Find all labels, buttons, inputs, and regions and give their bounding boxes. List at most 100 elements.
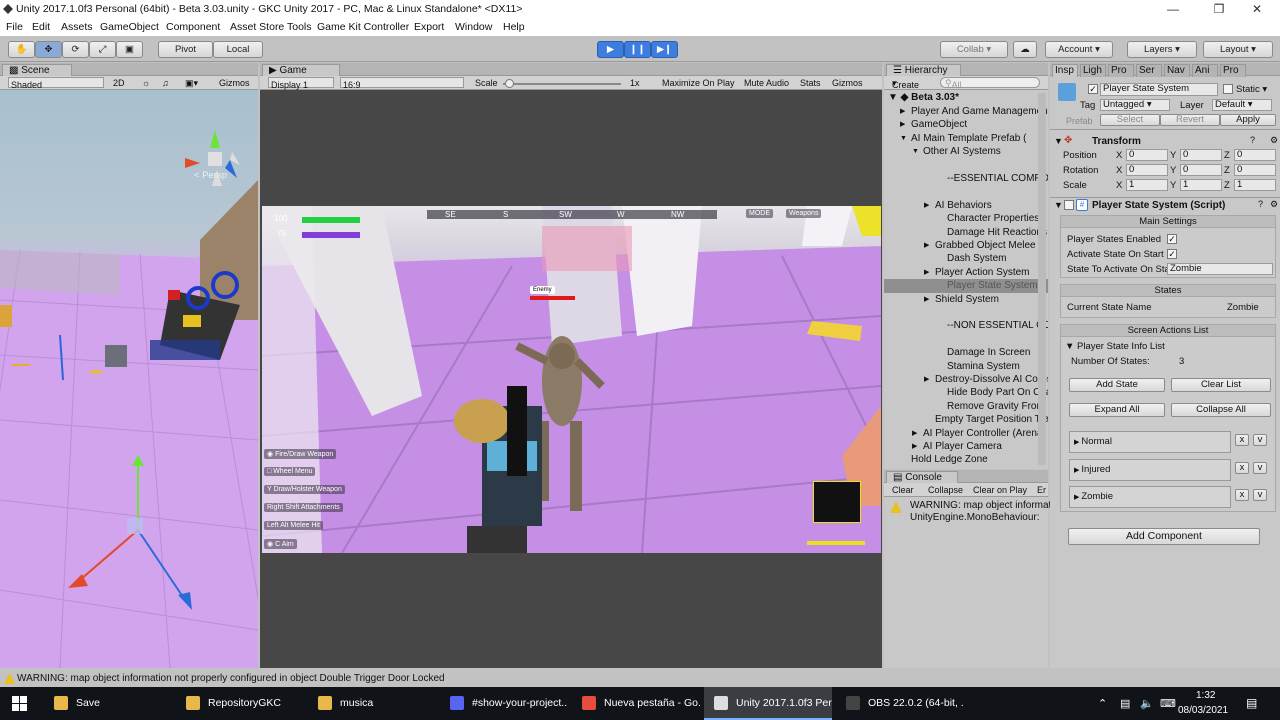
tray-chevron-icon[interactable]: ⌃ (1098, 697, 1107, 710)
taskbar-item[interactable]: OBS 22.0.2 (64-bit, ... (836, 687, 964, 720)
static-checkbox[interactable] (1223, 84, 1233, 94)
local-button[interactable]: Local (213, 41, 263, 58)
script-help-icon[interactable]: ? (1258, 199, 1263, 209)
transform-position-x-field[interactable]: 0 (1126, 149, 1168, 161)
menu-file[interactable]: File (6, 21, 23, 33)
language-icon[interactable]: ⌨ (1160, 697, 1176, 710)
play-button[interactable]: ▶ (597, 41, 624, 58)
hierarchy-row[interactable]: Damage Hit Reactions (884, 226, 1048, 239)
hierarchy-row[interactable]: ▶ Player And Game Management (884, 105, 1048, 118)
scale-tool-icon[interactable]: ⤢ (89, 41, 116, 58)
transform-position-y-field[interactable]: 0 (1180, 149, 1222, 161)
add-state-button[interactable]: Add State (1069, 378, 1165, 392)
taskbar-item[interactable]: Nueva pestaña - Go... (572, 687, 700, 720)
aspect-dropdown[interactable]: 16:9 (340, 77, 464, 90)
console-message-line2[interactable]: UnityEngine.MonoBehaviour: (910, 512, 1040, 523)
hierarchy-row[interactable]: ▶ AI Player Camera (884, 440, 1048, 453)
effects-icon[interactable]: ▣▾ (185, 78, 198, 89)
hierarchy-row[interactable]: ▶ AI Player Controller (Arena) (884, 427, 1048, 440)
layer-dropdown[interactable]: Default ▾ (1212, 99, 1272, 111)
menu-help[interactable]: Help (503, 21, 525, 33)
menu-edit[interactable]: Edit (32, 21, 50, 33)
move-state-down-button[interactable]: v (1253, 489, 1267, 501)
pause-button[interactable]: ❙❙ (624, 41, 651, 58)
hierarchy-row[interactable]: Stamina System (884, 360, 1048, 373)
hierarchy-row[interactable]: Hold Ledge Zone (884, 453, 1048, 466)
minimize-icon[interactable]: — (1150, 0, 1196, 19)
hierarchy-foldout-icon[interactable]: ▶ (924, 293, 929, 306)
taskbar-item[interactable]: Save (44, 687, 172, 720)
hierarchy-foldout-icon[interactable]: ▼ (900, 132, 907, 145)
hierarchy-scrollbar[interactable] (1038, 93, 1046, 465)
script-enabled-checkbox[interactable] (1064, 200, 1074, 210)
script-settings-icon[interactable]: ⚙ (1270, 199, 1278, 210)
hierarchy-foldout-icon[interactable]: ▶ (900, 118, 905, 131)
scale-slider-thumb[interactable] (505, 79, 514, 88)
expand-all-button[interactable]: Expand All (1069, 403, 1165, 417)
console-clear-on-play-button[interactable]: Clear on Play (973, 485, 1027, 495)
prefab-select-button[interactable]: Select (1100, 114, 1160, 126)
persp-label[interactable]: < Persp (194, 170, 227, 181)
transform-rotation-y-field[interactable]: 0 (1180, 164, 1222, 176)
state-entry[interactable]: ▶ Zombie (1069, 486, 1231, 508)
hierarchy-foldout-icon[interactable]: ▶ (924, 239, 929, 252)
rotate-tool-icon[interactable]: ⟳ (62, 41, 89, 58)
console-message-line1[interactable]: WARNING: map object information (910, 500, 1065, 511)
menu-assets[interactable]: Assets (61, 21, 93, 33)
lighting-icon[interactable]: ☼ (142, 78, 150, 88)
hierarchy-foldout-icon[interactable]: ▶ (900, 105, 905, 118)
hierarchy-row[interactable] (884, 159, 1048, 172)
console-error-pause-button[interactable]: Er (1037, 485, 1046, 495)
clock-date[interactable]: 08/03/2021 (1178, 705, 1228, 716)
script-foldout-icon[interactable]: ▼ (1054, 200, 1063, 210)
transform-foldout-icon[interactable]: ▼ (1054, 136, 1063, 146)
menu-game-kit-controller[interactable]: Game Kit Controller (317, 21, 409, 33)
remove-state-button[interactable]: x (1235, 489, 1249, 501)
tab-project[interactable]: Pro (1108, 64, 1134, 77)
hierarchy-foldout-icon[interactable]: ▶ (924, 266, 929, 279)
taskbar-item[interactable]: Unity 2017.1.0f3 Per... (704, 687, 832, 720)
state-entry[interactable]: ▶ Injured (1069, 458, 1231, 481)
transform-scale-z-field[interactable]: 1 (1234, 179, 1276, 191)
prefab-apply-button[interactable]: Apply (1220, 114, 1276, 126)
hierarchy-row[interactable]: Character Properties (884, 212, 1048, 225)
transform-position-z-field[interactable]: 0 (1234, 149, 1276, 161)
player-state-info-list-foldout[interactable]: ▼ Player State Info List (1065, 341, 1165, 352)
hierarchy-row[interactable]: ▶ AI Behaviors (884, 199, 1048, 212)
transform-rotation-x-field[interactable]: 0 (1126, 164, 1168, 176)
remove-state-button[interactable]: x (1235, 434, 1249, 446)
hierarchy-row[interactable]: Hide Body Part On Character (884, 386, 1048, 399)
hierarchy-row[interactable]: ▼ AI Main Template Prefab ( (884, 132, 1048, 145)
speaker-icon[interactable]: 🔈 (1140, 697, 1154, 710)
hierarchy-foldout-icon[interactable]: ▶ (912, 427, 917, 440)
hierarchy-row[interactable]: --NON ESSENTIAL COMPONENTS (884, 319, 1048, 332)
console-clear-button[interactable]: Clear (892, 485, 914, 495)
hierarchy-row[interactable] (884, 306, 1048, 319)
move-tool-icon[interactable]: ✥ (35, 41, 62, 58)
activate-state-on-start-checkbox[interactable]: ✓ (1167, 249, 1177, 259)
taskbar-item[interactable]: RepositoryGKC (176, 687, 304, 720)
hierarchy-row[interactable] (884, 185, 1048, 198)
mute-audio-toggle[interactable]: Mute Audio (744, 78, 789, 88)
step-button[interactable]: ▶❙ (651, 41, 678, 58)
game-viewport[interactable]: 100 75 SE S SW W NW MODE Weapons Enemy ◉… (262, 206, 881, 553)
create-dropdown[interactable]: Create ▾ (892, 78, 919, 90)
layout-dropdown[interactable]: Layout ▾ (1203, 41, 1273, 58)
transform-scale-x-field[interactable]: 1 (1126, 179, 1168, 191)
2d-toggle[interactable]: 2D (113, 78, 125, 88)
hierarchy-foldout-icon[interactable]: ▶ (924, 373, 929, 386)
hierarchy-row[interactable]: ▶ GameObject (884, 118, 1048, 131)
menu-export[interactable]: Export (414, 21, 444, 33)
menu-asset-store-tools[interactable]: Asset Store Tools (230, 21, 312, 33)
console-collapse-button[interactable]: Collapse (928, 485, 963, 495)
pivot-button[interactable]: Pivot (158, 41, 213, 58)
tab-animator[interactable]: Ani (1192, 64, 1218, 77)
add-component-button[interactable]: Add Component (1068, 528, 1260, 545)
object-name-field[interactable]: Player State System (1100, 83, 1218, 96)
hierarchy-foldout-icon[interactable]: ▶ (924, 199, 929, 212)
hierarchy-row[interactable]: Empty Target Position Transform (884, 413, 1048, 426)
hierarchy-row[interactable]: ▶ Shield System (884, 293, 1048, 306)
hierarchy-row[interactable]: ▶ Destroy-Dissolve AI Corpse (884, 373, 1048, 386)
transform-help-icon[interactable]: ? (1250, 135, 1255, 145)
layers-dropdown[interactable]: Layers ▾ (1127, 41, 1197, 58)
